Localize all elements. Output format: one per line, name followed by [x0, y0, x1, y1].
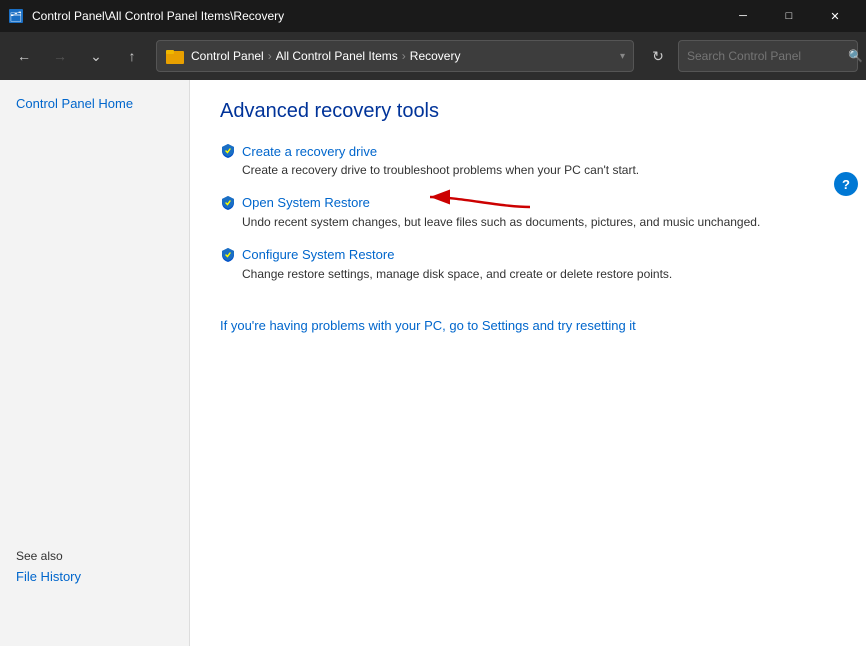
open-system-restore-desc: Undo recent system changes, but leave fi…: [242, 214, 836, 231]
back-button[interactable]: ←: [8, 40, 40, 72]
address-box[interactable]: Control Panel › All Control Panel Items …: [156, 40, 634, 72]
titlebar: 🗂 Control Panel\All Control Panel Items\…: [0, 0, 866, 32]
shield-icon-create: [220, 143, 236, 159]
breadcrumb-recovery[interactable]: Recovery: [410, 49, 461, 63]
configure-system-restore-desc: Change restore settings, manage disk spa…: [242, 266, 836, 283]
help-button[interactable]: ?: [834, 172, 858, 196]
search-box[interactable]: 🔍: [678, 40, 858, 72]
shield-icon-configure: [220, 247, 236, 263]
titlebar-controls: ─ □ ✕: [720, 0, 858, 32]
search-input[interactable]: [687, 49, 842, 63]
breadcrumb: Control Panel › All Control Panel Items …: [191, 49, 614, 63]
panel-title: Advanced recovery tools: [220, 100, 836, 123]
addressbar: ← → ⌄ ↑ Control Panel › All Control Pane…: [0, 32, 866, 80]
main-panel: Advanced recovery tools Create a recover…: [190, 80, 866, 646]
sidebar-item-controlpanel-home[interactable]: Control Panel Home: [0, 92, 189, 115]
up-button[interactable]: ↑: [116, 40, 148, 72]
titlebar-app-icon: 🗂: [8, 8, 24, 24]
create-recovery-drive-link[interactable]: Create a recovery drive: [220, 143, 836, 159]
svg-text:🗂: 🗂: [10, 11, 23, 23]
forward-button[interactable]: →: [44, 40, 76, 72]
recent-locations-button[interactable]: ⌄: [80, 40, 112, 72]
breadcrumb-allitems[interactable]: All Control Panel Items: [276, 49, 398, 63]
sidebar-file-history[interactable]: File History: [0, 567, 190, 586]
open-system-restore-link[interactable]: Open System Restore: [220, 195, 836, 211]
create-recovery-drive-desc: Create a recovery drive to troubleshoot …: [242, 162, 836, 179]
titlebar-left: 🗂 Control Panel\All Control Panel Items\…: [8, 8, 284, 24]
reset-settings-link[interactable]: If you're having problems with your PC, …: [220, 318, 636, 333]
folder-icon: [165, 46, 185, 66]
tool-create-recovery-drive: Create a recovery drive Create a recover…: [220, 143, 836, 179]
titlebar-title: Control Panel\All Control Panel Items\Re…: [32, 9, 284, 23]
tool-open-system-restore: Open System Restore Undo recent system c…: [220, 195, 836, 231]
tool-configure-system-restore: Configure System Restore Change restore …: [220, 247, 836, 283]
sidebar: Control Panel Home See also File History: [0, 80, 190, 646]
close-button[interactable]: ✕: [812, 0, 858, 32]
maximize-button[interactable]: □: [766, 0, 812, 32]
refresh-button[interactable]: ↻: [642, 40, 674, 72]
configure-system-restore-link[interactable]: Configure System Restore: [220, 247, 836, 263]
minimize-button[interactable]: ─: [720, 0, 766, 32]
content-area: Control Panel Home See also File History…: [0, 80, 866, 646]
address-dropdown-icon[interactable]: ▾: [620, 51, 625, 62]
search-icon: 🔍: [848, 49, 863, 63]
breadcrumb-controlpanel[interactable]: Control Panel: [191, 49, 264, 63]
shield-icon-restore: [220, 195, 236, 211]
sidebar-see-also-label: See also: [0, 533, 190, 567]
